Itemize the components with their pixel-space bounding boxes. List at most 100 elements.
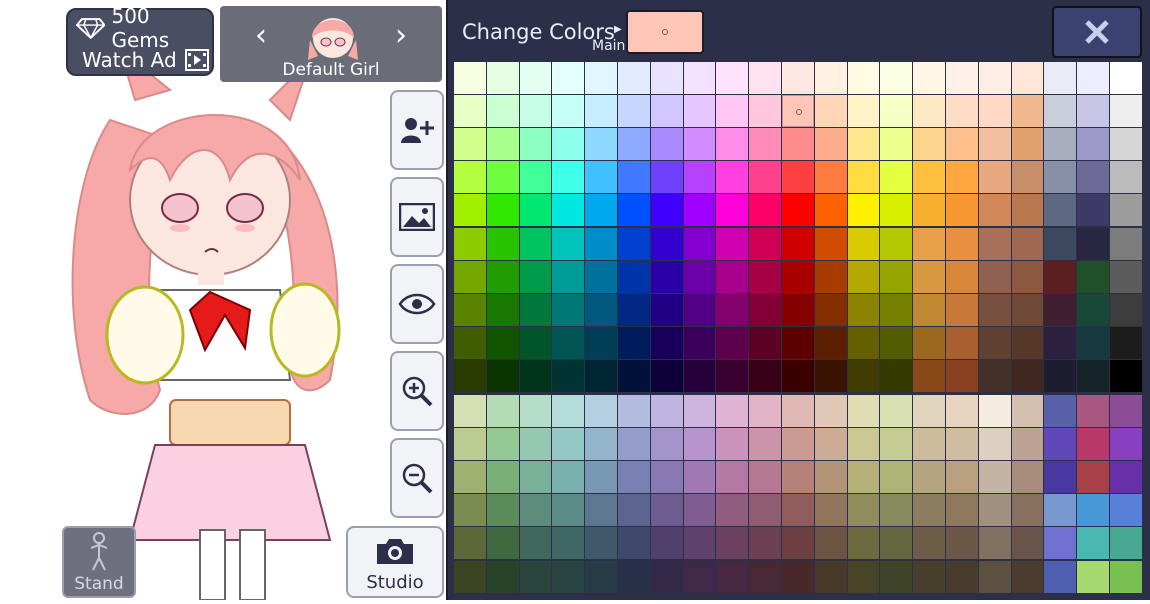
color-swatch[interactable]	[814, 260, 847, 293]
color-swatch[interactable]	[814, 194, 847, 227]
color-swatch[interactable]	[486, 128, 519, 161]
color-swatch[interactable]	[1077, 359, 1109, 392]
color-swatch[interactable]	[880, 461, 913, 494]
color-swatch[interactable]	[946, 260, 978, 293]
color-swatch[interactable]	[650, 494, 683, 527]
color-swatch[interactable]	[585, 527, 617, 560]
color-swatch[interactable]	[519, 494, 552, 527]
color-swatch[interactable]	[519, 326, 552, 359]
color-swatch[interactable]	[1011, 527, 1044, 560]
color-swatch[interactable]	[683, 461, 716, 494]
color-swatch[interactable]	[1110, 194, 1142, 227]
color-swatch[interactable]	[1110, 395, 1142, 428]
color-swatch[interactable]	[1044, 62, 1077, 95]
color-swatch[interactable]	[782, 128, 814, 161]
color-swatch[interactable]	[978, 560, 1011, 593]
color-swatch[interactable]	[486, 560, 519, 593]
color-swatch[interactable]	[880, 227, 913, 260]
color-swatch[interactable]	[946, 95, 978, 128]
color-swatch[interactable]	[486, 260, 519, 293]
color-swatch[interactable]	[749, 359, 781, 392]
color-swatch[interactable]	[913, 326, 945, 359]
color-swatch[interactable]	[454, 194, 486, 227]
color-swatch[interactable]	[650, 128, 683, 161]
color-swatch[interactable]	[552, 527, 585, 560]
color-swatch[interactable]	[454, 227, 486, 260]
color-swatch[interactable]	[552, 395, 585, 428]
color-swatch[interactable]	[946, 161, 978, 194]
color-swatch[interactable]	[716, 395, 749, 428]
color-swatch[interactable]	[683, 260, 716, 293]
color-swatch[interactable]	[913, 395, 945, 428]
color-swatch[interactable]	[880, 359, 913, 392]
close-button[interactable]	[1052, 6, 1142, 58]
color-swatch[interactable]	[782, 494, 814, 527]
color-swatch[interactable]	[552, 194, 585, 227]
color-swatch[interactable]	[1077, 326, 1109, 359]
character-preview[interactable]	[50, 47, 390, 601]
color-swatch[interactable]	[585, 227, 617, 260]
color-swatch[interactable]	[1044, 527, 1077, 560]
color-swatch[interactable]	[814, 494, 847, 527]
color-swatch[interactable]	[913, 161, 945, 194]
color-swatch[interactable]	[683, 428, 716, 461]
color-swatch[interactable]	[650, 560, 683, 593]
color-swatch[interactable]	[880, 194, 913, 227]
color-swatch[interactable]	[1011, 62, 1044, 95]
color-swatch[interactable]	[552, 260, 585, 293]
color-swatch[interactable]	[814, 560, 847, 593]
color-swatch[interactable]	[618, 359, 650, 392]
color-swatch[interactable]	[814, 293, 847, 326]
color-swatch[interactable]	[618, 260, 650, 293]
color-swatch[interactable]	[454, 560, 486, 593]
color-swatch[interactable]	[650, 461, 683, 494]
color-swatch[interactable]	[978, 428, 1011, 461]
color-swatch[interactable]	[847, 359, 880, 392]
color-swatch[interactable]	[683, 128, 716, 161]
color-swatch[interactable]	[913, 359, 945, 392]
color-swatch[interactable]	[1077, 95, 1109, 128]
color-swatch[interactable]	[847, 128, 880, 161]
color-swatch[interactable]	[618, 161, 650, 194]
color-swatch[interactable]	[486, 494, 519, 527]
color-swatch[interactable]	[519, 527, 552, 560]
color-swatch[interactable]	[1011, 260, 1044, 293]
color-swatch[interactable]	[454, 326, 486, 359]
color-swatch[interactable]	[454, 395, 486, 428]
color-swatch[interactable]	[1077, 494, 1109, 527]
color-swatch[interactable]	[618, 560, 650, 593]
color-swatch[interactable]	[650, 428, 683, 461]
color-swatch[interactable]	[486, 428, 519, 461]
color-swatch[interactable]	[650, 194, 683, 227]
color-swatch[interactable]	[913, 227, 945, 260]
next-character-button[interactable]: ›	[384, 16, 418, 56]
watch-ad-button[interactable]: Watch Ad	[82, 46, 209, 74]
color-swatch[interactable]	[847, 395, 880, 428]
color-swatch[interactable]	[1077, 560, 1109, 593]
color-swatch[interactable]	[552, 560, 585, 593]
color-swatch[interactable]	[1011, 560, 1044, 593]
zoom-in-button[interactable]	[390, 351, 444, 431]
color-swatch[interactable]	[782, 326, 814, 359]
color-swatch[interactable]	[519, 359, 552, 392]
color-swatch[interactable]	[519, 293, 552, 326]
color-swatch[interactable]	[585, 293, 617, 326]
color-swatch[interactable]	[814, 326, 847, 359]
color-swatch[interactable]	[847, 461, 880, 494]
color-swatch[interactable]	[978, 395, 1011, 428]
color-swatch[interactable]	[716, 428, 749, 461]
color-swatch[interactable]	[552, 161, 585, 194]
color-swatch[interactable]	[749, 527, 781, 560]
color-swatch[interactable]	[782, 227, 814, 260]
color-swatch[interactable]	[716, 95, 749, 128]
color-swatch[interactable]	[847, 560, 880, 593]
color-swatch[interactable]	[1110, 128, 1142, 161]
color-swatch[interactable]	[716, 326, 749, 359]
color-swatch[interactable]	[1110, 527, 1142, 560]
color-swatch[interactable]	[585, 194, 617, 227]
color-swatch[interactable]	[913, 293, 945, 326]
color-swatch[interactable]	[716, 359, 749, 392]
color-swatch[interactable]	[880, 128, 913, 161]
color-swatch[interactable]	[454, 260, 486, 293]
color-swatch[interactable]	[782, 293, 814, 326]
